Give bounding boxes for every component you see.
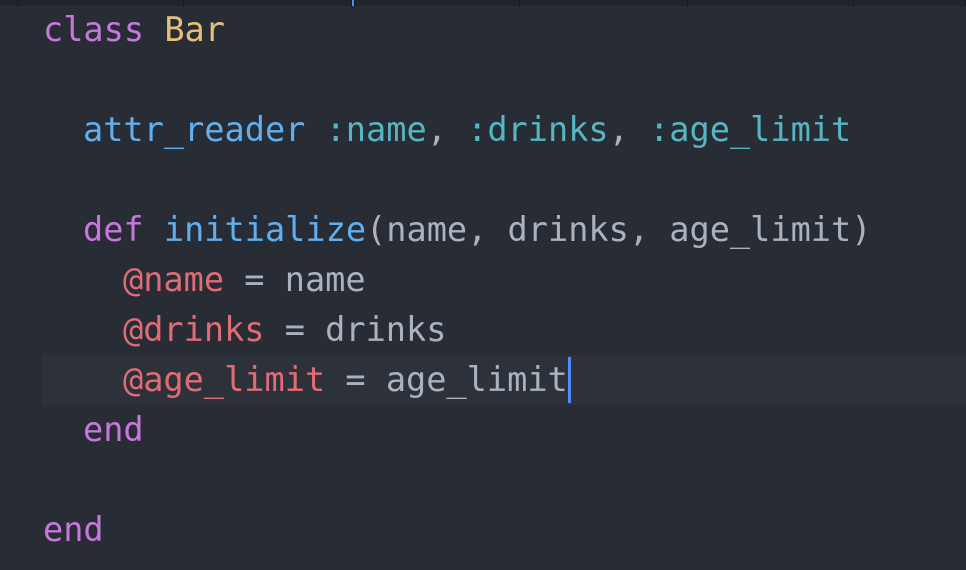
code-line-3[interactable]: attr_reader :name, :drinks, :age_limit <box>0 105 966 155</box>
code-line-5[interactable]: def initialize(name, drinks, age_limit) <box>0 205 966 255</box>
code-line-9[interactable]: end <box>0 405 966 455</box>
assignment: = age_limit <box>325 360 568 399</box>
code-area[interactable]: class Bar attr_reader :name, :drinks, :a… <box>0 5 966 570</box>
ivar-drinks: @drinks <box>123 310 265 349</box>
code-line-11[interactable]: end <box>0 505 966 555</box>
code-editor[interactable]: class Bar attr_reader :name, :drinks, :a… <box>0 0 966 570</box>
class-name: Bar <box>164 10 225 49</box>
keyword-def: def <box>83 210 144 249</box>
attr-reader-call: attr_reader <box>83 110 306 149</box>
method-name: initialize <box>163 210 367 249</box>
code-line-6[interactable]: @name = name <box>0 255 966 305</box>
keyword-class: class <box>43 10 145 49</box>
symbol-name: :name <box>325 110 427 149</box>
ivar-age-limit: @age_limit <box>123 360 326 399</box>
symbol-drinks: :drinks <box>467 110 609 149</box>
code-line-7[interactable]: @drinks = drinks <box>0 305 966 355</box>
ivar-name: @name <box>123 260 225 299</box>
symbol-age-limit: :age_limit <box>649 110 852 149</box>
code-line-8[interactable]: @age_limit = age_limit <box>42 355 966 405</box>
code-line-1[interactable]: class Bar <box>0 5 966 55</box>
text-cursor <box>567 357 571 403</box>
assignment: = drinks <box>264 310 447 349</box>
method-params: (name, drinks, age_limit) <box>366 210 872 249</box>
keyword-end: end <box>83 410 144 449</box>
assignment: = name <box>224 260 366 299</box>
keyword-end: end <box>43 510 104 549</box>
